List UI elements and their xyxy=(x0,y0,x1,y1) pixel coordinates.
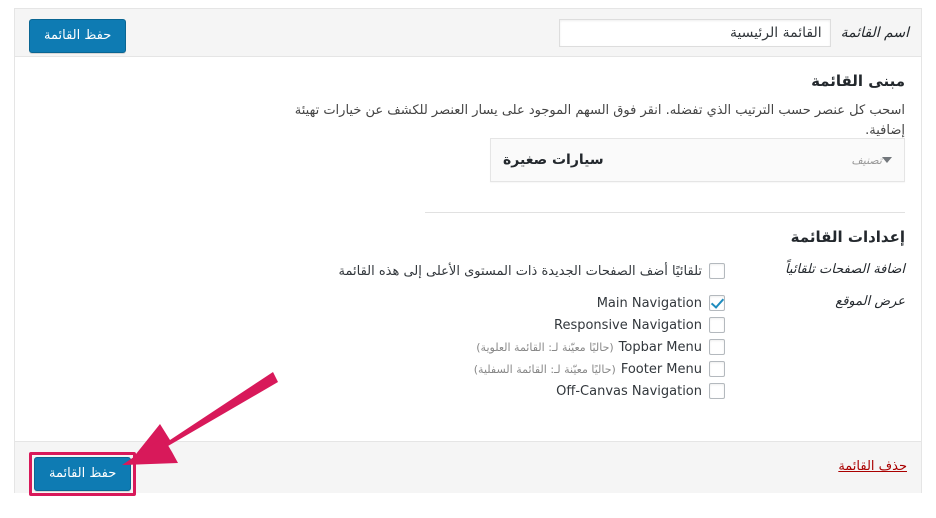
display-location-checkbox[interactable] xyxy=(709,361,725,377)
auto-add-checkbox-label: تلقائيًا أضف الصفحات الجديدة ذات المستوى… xyxy=(338,263,703,279)
display-location-option-label: Topbar Menu xyxy=(618,339,702,355)
display-location-option-note: (حاليًا معيّنة لـ: القائمة العلوية) xyxy=(476,340,614,354)
display-location-checkbox[interactable] xyxy=(709,317,725,333)
setting-label-display-location: عرض الموقع xyxy=(835,294,905,309)
display-location-option-text: Responsive Navigation xyxy=(554,318,702,333)
display-location-checkbox[interactable] xyxy=(709,383,725,399)
menu-name-input[interactable] xyxy=(558,19,831,47)
auto-add-checkbox-line[interactable]: تلقائيًا أضف الصفحات الجديدة ذات المستوى… xyxy=(338,260,725,282)
display-location-option-label: Responsive Navigation xyxy=(554,317,702,333)
menu-editor-footer: حذف القائمة حفظ القائمة xyxy=(15,441,921,496)
menu-name-label: اسم القائمة xyxy=(840,25,909,41)
display-location-option-text: (حاليًا معيّنة لـ: القائمة السفلية) Foote… xyxy=(474,362,702,377)
display-location-options: Main Navigation Responsive Navigation (حال… xyxy=(474,292,783,402)
display-location-option[interactable]: Main Navigation xyxy=(474,292,725,314)
chevron-down-icon[interactable] xyxy=(882,157,892,163)
wordpress-menu-editor-screen: اسم القائمة حفظ القائمة مبنى القائمة اسح… xyxy=(0,0,936,518)
menu-item-row[interactable]: تصنيف سيارات صغيرة xyxy=(490,138,905,182)
display-location-option[interactable]: Off-Canvas Navigation xyxy=(474,380,725,402)
menu-structure-heading: مبنى القائمة xyxy=(811,72,905,90)
display-location-option[interactable]: (حاليًا معيّنة لـ: القائمة العلوية) Topba… xyxy=(474,336,725,358)
save-menu-button-top[interactable]: حفظ القائمة xyxy=(29,19,127,53)
save-menu-button-bottom[interactable]: حفظ القائمة xyxy=(34,457,132,491)
auto-add-checkbox[interactable] xyxy=(709,263,725,279)
display-location-checkbox[interactable] xyxy=(709,339,725,355)
display-location-option[interactable]: Responsive Navigation xyxy=(474,314,725,336)
menu-structure-description: اسحب كل عنصر حسب الترتيب الذي تفضله. انق… xyxy=(294,103,905,138)
display-location-checkbox[interactable] xyxy=(709,295,725,311)
menu-editor-panel: اسم القائمة حفظ القائمة مبنى القائمة اسح… xyxy=(14,8,922,496)
menu-item-type-label: تصنيف xyxy=(851,153,882,167)
setting-row-display-location: عرض الموقع Main Navigation Responsive Nav… xyxy=(474,292,905,402)
save-menu-button-top-wrap: حفظ القائمة xyxy=(29,19,127,53)
menu-item-title: سيارات صغيرة xyxy=(503,152,604,168)
display-location-option-label: Main Navigation xyxy=(596,295,702,311)
display-location-option-label: Off-Canvas Navigation xyxy=(556,383,702,399)
menu-editor-body: مبنى القائمة اسحب كل عنصر حسب الترتيب ال… xyxy=(15,57,921,441)
display-location-option-text: (حاليًا معيّنة لـ: القائمة العلوية) Topba… xyxy=(476,340,702,355)
display-location-option-text: Main Navigation xyxy=(597,296,702,311)
display-location-option-note: (حاليًا معيّنة لـ: القائمة السفلية) xyxy=(473,362,616,376)
display-location-option[interactable]: (حاليًا معيّنة لـ: القائمة السفلية) Foote… xyxy=(474,358,725,380)
menu-settings-heading: إعدادات القائمة xyxy=(790,228,905,246)
save-menu-button-bottom-highlight: حفظ القائمة xyxy=(29,452,137,496)
setting-fields-auto-add: تلقائيًا أضف الصفحات الجديدة ذات المستوى… xyxy=(339,260,784,282)
menu-editor-header: اسم القائمة حفظ القائمة xyxy=(15,9,921,57)
settings-divider xyxy=(425,212,905,213)
menu-name-group: اسم القائمة xyxy=(558,19,909,47)
setting-row-auto-add: اضافة الصفحات تلقائياً تلقائيًا أضف الصف… xyxy=(339,260,905,282)
display-location-option-text: Off-Canvas Navigation xyxy=(556,384,702,399)
delete-menu-link[interactable]: حذف القائمة xyxy=(838,459,907,474)
setting-label-auto-add: اضافة الصفحات تلقائياً xyxy=(784,262,905,277)
display-location-option-label: Footer Menu xyxy=(620,361,702,377)
